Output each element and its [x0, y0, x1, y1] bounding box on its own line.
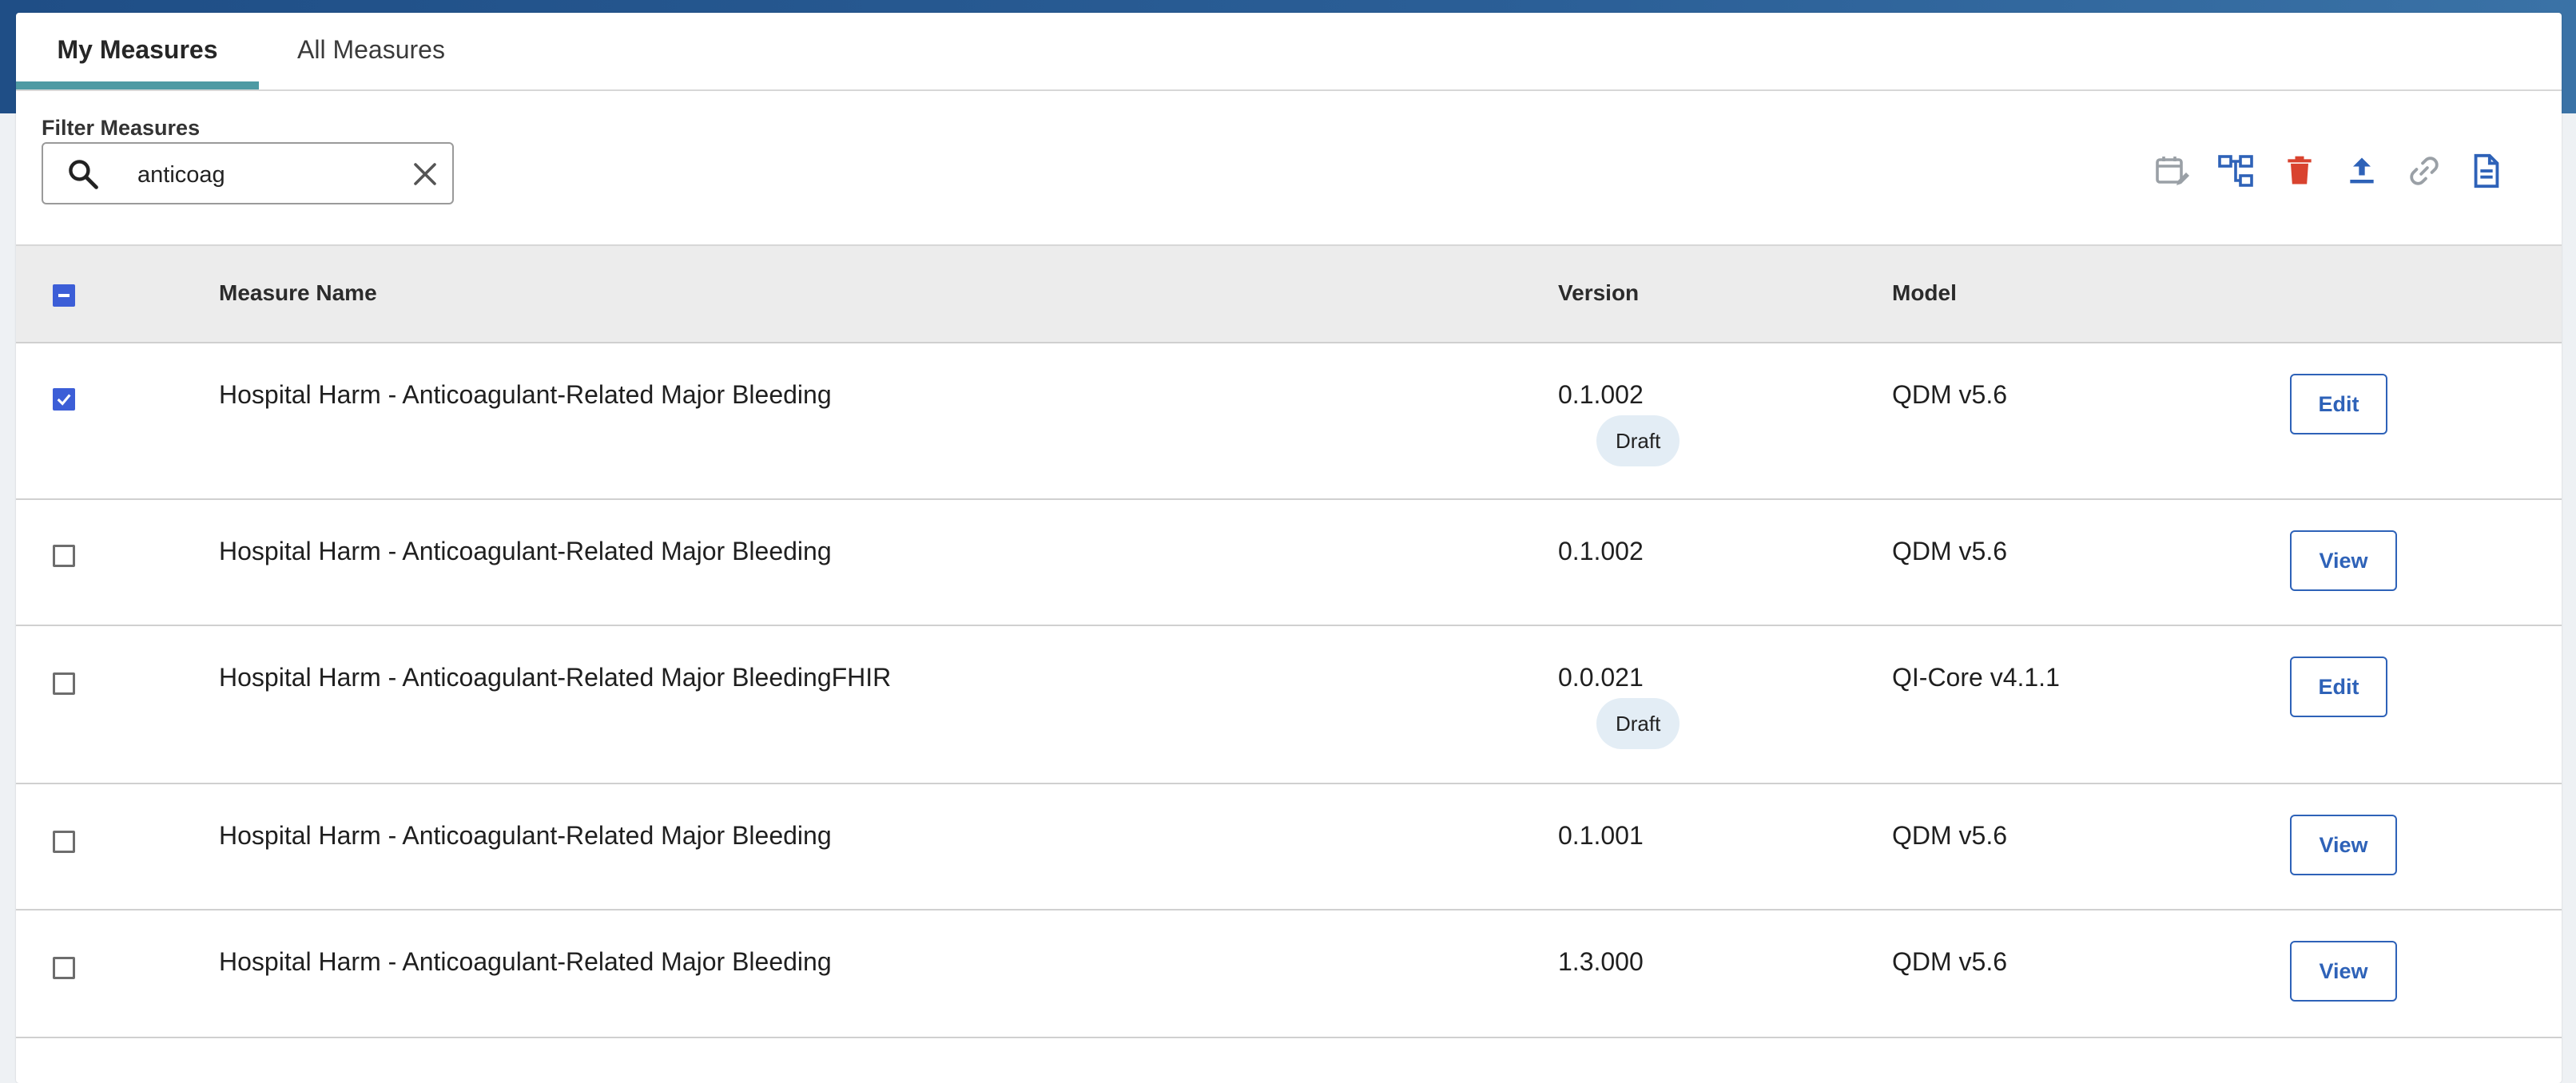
- measure-name: Hospital Harm - Anticoagulant-Related Ma…: [219, 380, 832, 409]
- measure-version: 0.1.002: [1558, 537, 1644, 565]
- column-header-version[interactable]: Version: [1558, 246, 1639, 340]
- measure-name: Hospital Harm - Anticoagulant-Related Ma…: [219, 821, 832, 850]
- measure-name: Hospital Harm - Anticoagulant-Related Ma…: [219, 537, 832, 565]
- column-header-model[interactable]: Model: [1892, 246, 1957, 340]
- measure-version: 0.1.001: [1558, 821, 1644, 850]
- document-icon[interactable]: [2464, 149, 2509, 193]
- measure-model: QDM v5.6: [1892, 821, 2008, 850]
- row-checkbox[interactable]: [53, 388, 75, 411]
- table-row: Hospital Harm - Anticoagulant-Related Ma…: [16, 500, 2562, 626]
- select-all-checkbox[interactable]: [53, 284, 75, 307]
- measure-name: Hospital Harm - Anticoagulant-Related Ma…: [219, 663, 892, 692]
- table-row: Hospital Harm - Anticoagulant-Related Ma…: [16, 626, 2562, 784]
- filter-label: Filter Measures: [42, 116, 201, 140]
- hierarchy-icon[interactable]: [2213, 149, 2258, 193]
- clear-search-icon[interactable]: [411, 160, 439, 188]
- search-icon: [69, 160, 98, 189]
- measure-version: 0.0.021: [1558, 663, 1644, 692]
- measure-model: QDM v5.6: [1892, 380, 2008, 409]
- row-checkbox[interactable]: [53, 545, 75, 567]
- row-checkbox[interactable]: [53, 957, 75, 979]
- table-row: Hospital Harm - Anticoagulant-Related Ma…: [16, 784, 2562, 910]
- view-button[interactable]: View: [2290, 815, 2397, 875]
- table-row: Hospital Harm - Anticoagulant-Related Ma…: [16, 343, 2562, 500]
- measure-model: QDM v5.6: [1892, 947, 2008, 976]
- delete-icon[interactable]: [2277, 149, 2322, 193]
- table-row: Hospital Harm - Anticoagulant-Related Ma…: [16, 910, 2562, 1038]
- measure-name: Hospital Harm - Anticoagulant-Related Ma…: [219, 947, 832, 976]
- search-input[interactable]: [136, 155, 395, 195]
- measure-version: 0.1.002: [1558, 380, 1644, 409]
- measure-version: 1.3.000: [1558, 947, 1644, 976]
- edit-button[interactable]: Edit: [2290, 374, 2387, 434]
- view-button[interactable]: View: [2290, 530, 2397, 591]
- view-button[interactable]: View: [2290, 941, 2397, 1002]
- draft-badge: Draft: [1596, 698, 1680, 749]
- tab-bar: My Measures All Measures: [16, 13, 2562, 91]
- measure-model: QDM v5.6: [1892, 537, 2008, 565]
- calendar-edit-icon[interactable]: [2149, 149, 2194, 193]
- edit-button[interactable]: Edit: [2290, 657, 2387, 717]
- column-header-measure-name[interactable]: Measure Name: [219, 246, 377, 340]
- measures-panel: My Measures All Measures Filter Measures: [16, 13, 2562, 1083]
- row-checkbox[interactable]: [53, 672, 75, 695]
- row-checkbox[interactable]: [53, 831, 75, 853]
- measure-model: QI-Core v4.1.1: [1892, 663, 2060, 692]
- draft-badge: Draft: [1596, 415, 1680, 466]
- export-upload-icon[interactable]: [2339, 149, 2384, 193]
- tab-my-measures[interactable]: My Measures: [16, 13, 259, 89]
- tab-all-measures[interactable]: All Measures: [297, 13, 445, 89]
- search-field: [42, 142, 454, 204]
- table-header: Measure Name Version Model: [16, 244, 2562, 343]
- link-icon[interactable]: [2402, 149, 2447, 193]
